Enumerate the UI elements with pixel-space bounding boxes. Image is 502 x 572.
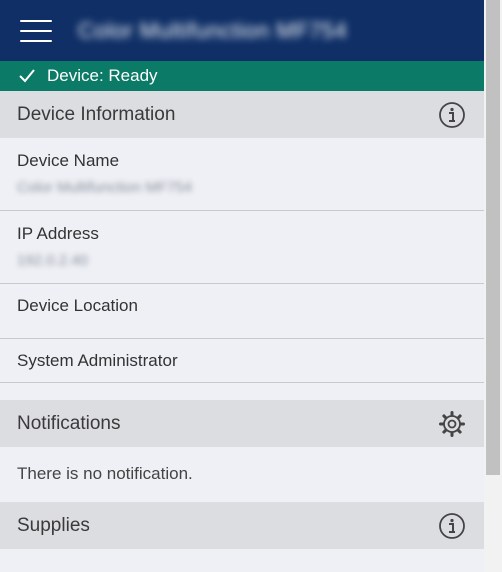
menu-line bbox=[20, 39, 52, 42]
scrollbar-thumb[interactable] bbox=[486, 0, 500, 475]
device-status-text: Device: Ready bbox=[47, 66, 158, 85]
field-label: IP Address bbox=[17, 224, 99, 243]
top-bar: Color Multifunction MF754 bbox=[0, 0, 484, 61]
device-status-bar: Device: Ready bbox=[0, 61, 484, 91]
device-name-field: Device Name Color Multifunction MF754 bbox=[0, 138, 484, 211]
notification-message: There is no notification. bbox=[17, 464, 193, 483]
supplies-header: Supplies bbox=[0, 502, 484, 549]
hamburger-menu-icon[interactable] bbox=[20, 19, 52, 42]
system-administrator-field: System Administrator bbox=[0, 339, 484, 383]
section-title: Notifications bbox=[17, 412, 121, 434]
gear-icon[interactable] bbox=[438, 410, 466, 438]
section-title: Device Information bbox=[17, 103, 176, 125]
field-value: Color Multifunction MF754 bbox=[17, 179, 193, 196]
field-label: Device Name bbox=[17, 151, 120, 170]
field-label: System Administrator bbox=[17, 351, 178, 370]
device-information-header: Device Information bbox=[0, 91, 484, 138]
section-title: Supplies bbox=[17, 514, 90, 536]
device-location-field: Device Location bbox=[0, 284, 484, 339]
ip-address-field: IP Address 192.0.2.40 bbox=[0, 211, 484, 284]
check-icon bbox=[19, 69, 35, 83]
info-icon[interactable] bbox=[438, 101, 466, 129]
menu-line bbox=[20, 29, 52, 32]
notifications-header: Notifications bbox=[0, 400, 484, 447]
info-icon[interactable] bbox=[438, 512, 466, 540]
app-panel: Color Multifunction MF754 Device: Ready … bbox=[0, 0, 484, 572]
menu-line bbox=[20, 19, 52, 22]
field-label: Device Location bbox=[17, 296, 138, 315]
field-value: 192.0.2.40 bbox=[17, 252, 88, 269]
device-title: Color Multifunction MF754 bbox=[78, 17, 348, 43]
